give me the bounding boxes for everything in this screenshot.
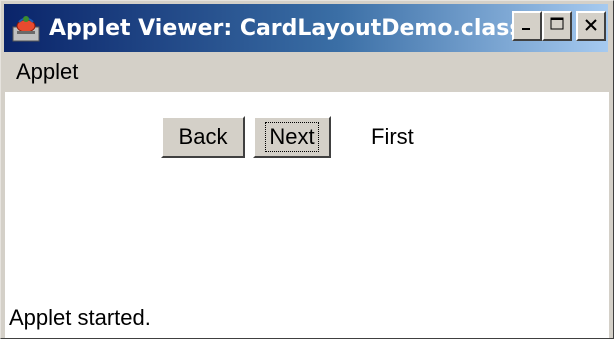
card-label: First <box>371 124 414 149</box>
status-text: Applet started. <box>9 305 151 330</box>
menu-applet[interactable]: Applet <box>16 59 78 85</box>
title-bar[interactable]: Applet Viewer: CardLayoutDemo.class <box>4 4 608 52</box>
back-button[interactable]: Back <box>161 116 245 158</box>
applet-viewer-window: Applet Viewer: CardLayoutDemo.class Appl… <box>0 0 614 339</box>
status-bar: Applet started. <box>5 298 609 338</box>
java-applet-icon[interactable] <box>9 11 43 45</box>
maximize-icon <box>549 16 565 36</box>
close-button[interactable] <box>576 11 606 41</box>
back-button-label: Back <box>178 124 228 149</box>
menu-bar: Applet <box>4 53 608 91</box>
next-button-label: Next <box>265 122 319 152</box>
close-icon <box>584 17 598 36</box>
minimize-icon <box>520 17 534 36</box>
window-title: Applet Viewer: CardLayoutDemo.class <box>49 15 523 41</box>
applet-area: Back Next First Applet started. <box>5 92 609 338</box>
next-button[interactable]: Next <box>253 116 331 158</box>
minimize-button[interactable] <box>512 11 542 41</box>
window-controls <box>512 11 606 41</box>
maximize-button[interactable] <box>542 11 572 41</box>
